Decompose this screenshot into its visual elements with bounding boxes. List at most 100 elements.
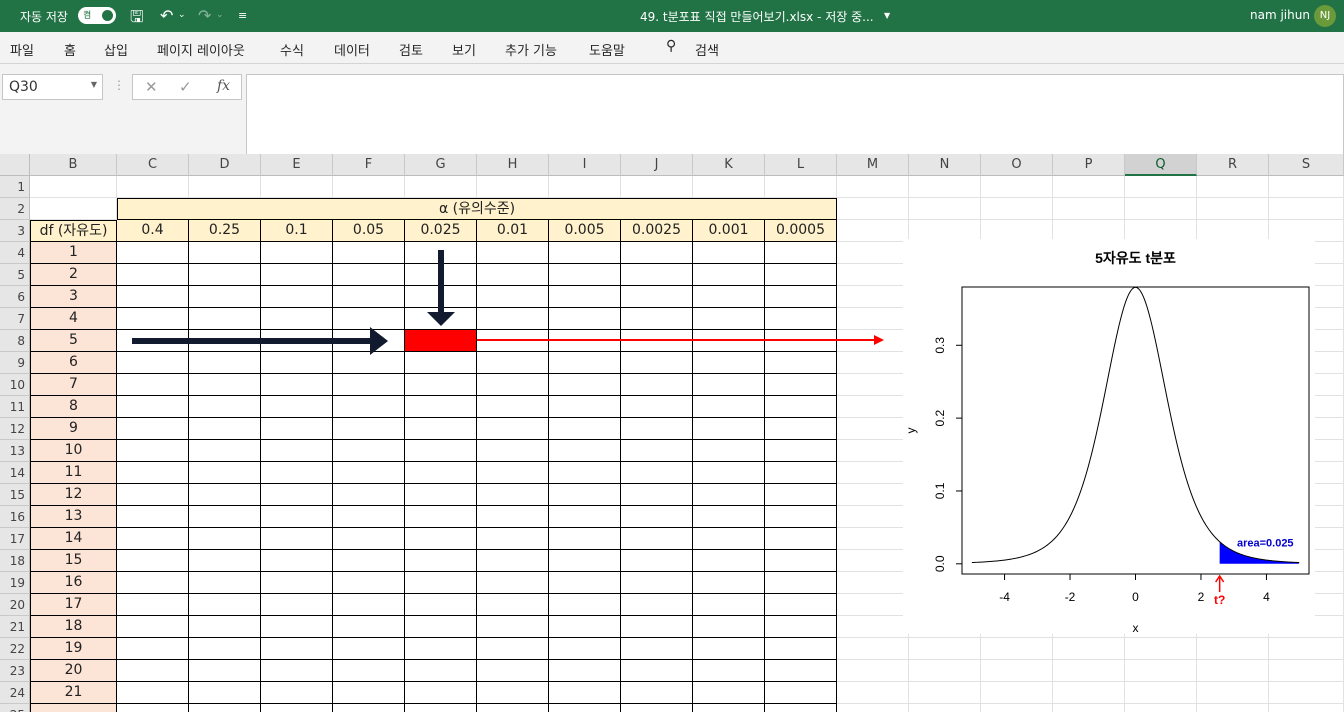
table-cell[interactable] bbox=[261, 484, 333, 506]
table-cell[interactable] bbox=[189, 286, 261, 308]
tab-view[interactable]: 보기 bbox=[452, 40, 476, 59]
cell[interactable] bbox=[837, 440, 909, 462]
table-cell[interactable] bbox=[117, 264, 189, 286]
table-cell[interactable] bbox=[765, 242, 837, 264]
table-cell[interactable] bbox=[693, 660, 765, 682]
table-cell[interactable] bbox=[333, 506, 405, 528]
table-cell[interactable] bbox=[117, 396, 189, 418]
document-title[interactable]: 49. t분포표 직접 만들어보기.xlsx - 저장 중... bbox=[640, 8, 874, 25]
table-cell[interactable] bbox=[621, 440, 693, 462]
table-cell[interactable] bbox=[693, 550, 765, 572]
table-cell[interactable] bbox=[765, 484, 837, 506]
table-cell[interactable] bbox=[765, 440, 837, 462]
table-cell[interactable] bbox=[549, 264, 621, 286]
table-cell[interactable] bbox=[333, 638, 405, 660]
row-header[interactable]: 5 bbox=[0, 264, 30, 286]
row-header[interactable]: 15 bbox=[0, 484, 30, 506]
table-cell[interactable] bbox=[405, 374, 477, 396]
table-cell[interactable] bbox=[333, 396, 405, 418]
cell[interactable] bbox=[1197, 638, 1269, 660]
table-cell[interactable] bbox=[693, 484, 765, 506]
table-cell[interactable] bbox=[189, 264, 261, 286]
cell[interactable] bbox=[693, 176, 765, 198]
table-cell[interactable] bbox=[765, 308, 837, 330]
cell[interactable] bbox=[1269, 176, 1344, 198]
cell[interactable] bbox=[981, 198, 1053, 220]
table-cell[interactable] bbox=[693, 506, 765, 528]
table-cell[interactable] bbox=[261, 638, 333, 660]
column-header[interactable]: E bbox=[261, 154, 333, 176]
table-cell[interactable] bbox=[261, 462, 333, 484]
table-cell[interactable] bbox=[405, 264, 477, 286]
row-header[interactable]: 22 bbox=[0, 638, 30, 660]
cell[interactable] bbox=[1053, 660, 1125, 682]
table-cell[interactable] bbox=[477, 506, 549, 528]
cell[interactable] bbox=[909, 682, 981, 704]
table-cell[interactable] bbox=[477, 440, 549, 462]
cell[interactable] bbox=[1197, 176, 1269, 198]
cell[interactable] bbox=[30, 198, 117, 220]
table-cell[interactable] bbox=[477, 572, 549, 594]
column-header[interactable]: D bbox=[189, 154, 261, 176]
cell[interactable] bbox=[1197, 704, 1269, 712]
table-cell[interactable] bbox=[117, 352, 189, 374]
search-icon[interactable]: ⚲ bbox=[666, 38, 676, 54]
cell[interactable] bbox=[1269, 704, 1344, 712]
table-cell[interactable] bbox=[621, 462, 693, 484]
row-header[interactable]: 23 bbox=[0, 660, 30, 682]
table-cell[interactable] bbox=[333, 660, 405, 682]
table-cell[interactable] bbox=[621, 638, 693, 660]
table-cell[interactable] bbox=[693, 264, 765, 286]
table-cell[interactable] bbox=[189, 308, 261, 330]
table-cell[interactable] bbox=[189, 572, 261, 594]
table-cell[interactable] bbox=[693, 638, 765, 660]
table-cell[interactable] bbox=[261, 572, 333, 594]
table-cell[interactable] bbox=[117, 572, 189, 594]
cell[interactable] bbox=[1269, 198, 1344, 220]
row-header[interactable]: 25 bbox=[0, 704, 30, 712]
table-cell[interactable] bbox=[189, 682, 261, 704]
table-cell[interactable] bbox=[333, 484, 405, 506]
table-cell[interactable] bbox=[765, 704, 837, 712]
table-cell[interactable] bbox=[693, 704, 765, 712]
table-cell[interactable] bbox=[621, 352, 693, 374]
row-header[interactable]: 7 bbox=[0, 308, 30, 330]
table-cell[interactable] bbox=[117, 506, 189, 528]
table-cell[interactable] bbox=[30, 704, 117, 712]
table-cell[interactable] bbox=[405, 528, 477, 550]
cell[interactable] bbox=[981, 660, 1053, 682]
column-header[interactable]: M bbox=[837, 154, 909, 176]
table-cell[interactable] bbox=[405, 286, 477, 308]
table-cell[interactable] bbox=[693, 330, 765, 352]
table-cell[interactable] bbox=[405, 484, 477, 506]
table-cell[interactable] bbox=[477, 616, 549, 638]
table-cell[interactable] bbox=[117, 638, 189, 660]
cell[interactable] bbox=[837, 528, 909, 550]
table-cell[interactable] bbox=[261, 330, 333, 352]
tab-help[interactable]: 도움말 bbox=[589, 40, 625, 59]
cell[interactable] bbox=[1125, 704, 1197, 712]
row-header[interactable]: 21 bbox=[0, 616, 30, 638]
table-cell[interactable] bbox=[693, 242, 765, 264]
table-cell[interactable] bbox=[333, 704, 405, 712]
table-cell[interactable] bbox=[477, 550, 549, 572]
table-cell[interactable] bbox=[261, 616, 333, 638]
cell[interactable] bbox=[1053, 682, 1125, 704]
t-distribution-chart[interactable]: 5자유도 t분포 area=0.025 -4 -2 0 2 4 0.0 0.1 0.2 0.3 x y t… bbox=[903, 239, 1315, 635]
table-cell[interactable] bbox=[189, 484, 261, 506]
table-cell[interactable] bbox=[621, 550, 693, 572]
table-cell[interactable] bbox=[405, 682, 477, 704]
column-header[interactable]: S bbox=[1269, 154, 1344, 176]
table-cell[interactable] bbox=[405, 418, 477, 440]
table-cell[interactable] bbox=[549, 418, 621, 440]
cell[interactable] bbox=[837, 484, 909, 506]
table-cell[interactable] bbox=[405, 550, 477, 572]
table-cell[interactable] bbox=[333, 550, 405, 572]
column-header[interactable]: R bbox=[1197, 154, 1269, 176]
tab-home[interactable]: 홈 bbox=[64, 40, 76, 59]
table-cell[interactable] bbox=[333, 682, 405, 704]
table-cell[interactable] bbox=[117, 374, 189, 396]
table-cell[interactable] bbox=[261, 264, 333, 286]
table-cell[interactable] bbox=[405, 594, 477, 616]
table-cell[interactable] bbox=[405, 616, 477, 638]
